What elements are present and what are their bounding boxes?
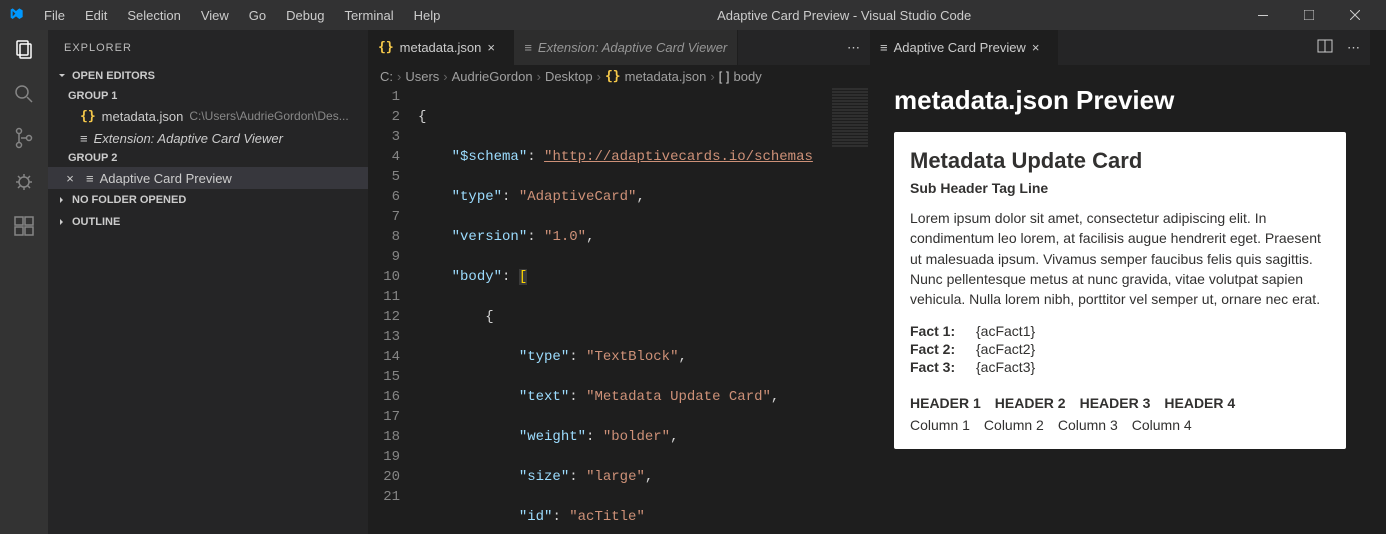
activity-bar — [0, 30, 48, 534]
tab-label: Adaptive Card Preview — [894, 40, 1026, 55]
preview-title: metadata.json Preview — [894, 85, 1346, 116]
editor-tabs: {} metadata.json × ≡ Extension: Adaptive… — [368, 30, 870, 65]
titlebar: File Edit Selection View Go Debug Termin… — [0, 0, 1386, 30]
column-row: Column 1Column 2Column 3Column 4 — [910, 417, 1330, 433]
extensions-icon[interactable] — [12, 214, 36, 238]
menu-selection[interactable]: Selection — [119, 4, 188, 27]
open-editors-section[interactable]: OPEN EDITORS — [48, 65, 368, 87]
editor-group-1: {} metadata.json × ≡ Extension: Adaptive… — [368, 30, 870, 534]
tab-extension-viewer[interactable]: ≡ Extension: Adaptive Card Viewer — [514, 30, 738, 65]
code-editor[interactable]: 123456789101112131415161718192021 { "$sc… — [368, 87, 870, 534]
editor-group-2: ≡ Adaptive Card Preview × ⋯ metadata.jso… — [870, 30, 1370, 534]
outline-label: OUTLINE — [72, 216, 120, 228]
file-name: Adaptive Card Preview — [100, 171, 232, 186]
fact-row: Fact 1:{acFact1} — [910, 323, 1330, 339]
open-editors-label: OPEN EDITORS — [72, 70, 155, 82]
tab-label: Extension: Adaptive Card Viewer — [538, 40, 727, 55]
preview-icon: ≡ — [80, 131, 88, 146]
card-subheader: Sub Header Tag Line — [910, 180, 1330, 196]
breadcrumb-item[interactable]: AudrieGordon — [452, 69, 533, 84]
outline-section[interactable]: OUTLINE — [48, 211, 368, 233]
menu-debug[interactable]: Debug — [278, 4, 332, 27]
menu-go[interactable]: Go — [241, 4, 274, 27]
menu-help[interactable]: Help — [406, 4, 449, 27]
source-control-icon[interactable] — [12, 126, 36, 150]
breadcrumb-item[interactable]: C: — [380, 69, 393, 84]
preview-icon: ≡ — [880, 40, 888, 55]
preview-tabs: ≡ Adaptive Card Preview × ⋯ — [870, 30, 1370, 65]
maximize-button[interactable] — [1286, 0, 1332, 30]
file-name: Extension: Adaptive Card Viewer — [94, 131, 283, 146]
vscode-icon — [8, 7, 24, 23]
split-editor-icon[interactable] — [1317, 38, 1333, 57]
column-headers: HEADER 1HEADER 2HEADER 3HEADER 4 — [910, 395, 1330, 411]
open-editor-metadata[interactable]: {} metadata.json C:\Users\AudrieGordon\D… — [48, 105, 368, 127]
menu-terminal[interactable]: Terminal — [336, 4, 401, 27]
adaptive-card: Metadata Update Card Sub Header Tag Line… — [894, 132, 1346, 449]
file-path: C:\Users\AudrieGordon\Des... — [189, 109, 348, 123]
file-name: metadata.json — [102, 109, 184, 124]
editor-actions-more[interactable]: ⋯ — [837, 30, 870, 65]
card-title: Metadata Update Card — [910, 148, 1330, 174]
group-1-label: GROUP 1 — [48, 87, 368, 105]
minimize-button[interactable] — [1240, 0, 1286, 30]
close-button[interactable] — [1332, 0, 1378, 30]
fact-row: Fact 2:{acFact2} — [910, 341, 1330, 357]
preview-icon: ≡ — [86, 171, 94, 186]
explorer-icon[interactable] — [12, 38, 36, 62]
window-title: Adaptive Card Preview - Visual Studio Co… — [448, 8, 1240, 23]
menu-edit[interactable]: Edit — [77, 4, 115, 27]
close-icon[interactable]: × — [1032, 40, 1048, 55]
fact-set: Fact 1:{acFact1} Fact 2:{acFact2} Fact 3… — [910, 323, 1330, 375]
json-icon: {} — [80, 109, 96, 124]
breadcrumb[interactable]: C:› Users› AudrieGordon› Desktop› {} met… — [368, 65, 870, 87]
preview-body: metadata.json Preview Metadata Update Ca… — [870, 65, 1370, 534]
tab-adaptive-card-preview[interactable]: ≡ Adaptive Card Preview × — [870, 30, 1058, 65]
group-2-label: GROUP 2 — [48, 149, 368, 167]
debug-icon[interactable] — [12, 170, 36, 194]
breadcrumb-item[interactable]: {} metadata.json — [605, 69, 706, 84]
card-body-text: Lorem ipsum dolor sit amet, consectetur … — [910, 208, 1330, 309]
tab-label: metadata.json — [400, 40, 482, 55]
sidebar-title: EXPLORER — [48, 30, 368, 65]
code-content[interactable]: { "$schema": "http://adaptivecards.io/sc… — [418, 87, 830, 534]
minimap[interactable] — [830, 87, 870, 534]
menu-bar: File Edit Selection View Go Debug Termin… — [36, 4, 448, 27]
search-icon[interactable] — [12, 82, 36, 106]
breadcrumb-item[interactable]: [ ] body — [719, 69, 762, 84]
breadcrumb-item[interactable]: Users — [405, 69, 439, 84]
no-folder-label: NO FOLDER OPENED — [72, 194, 186, 206]
line-numbers: 123456789101112131415161718192021 — [368, 87, 418, 534]
close-icon[interactable]: × — [487, 40, 503, 55]
sidebar: EXPLORER OPEN EDITORS GROUP 1 {} metadat… — [48, 30, 368, 534]
menu-view[interactable]: View — [193, 4, 237, 27]
json-icon: {} — [378, 40, 394, 55]
open-editor-preview[interactable]: × ≡ Adaptive Card Preview — [48, 167, 368, 189]
fact-row: Fact 3:{acFact3} — [910, 359, 1330, 375]
close-icon[interactable]: × — [62, 171, 78, 186]
no-folder-section[interactable]: NO FOLDER OPENED — [48, 189, 368, 211]
breadcrumb-item[interactable]: Desktop — [545, 69, 593, 84]
more-actions-icon[interactable]: ⋯ — [1347, 40, 1360, 56]
tab-metadata[interactable]: {} metadata.json × — [368, 30, 514, 65]
json-icon: {} — [605, 69, 621, 84]
menu-file[interactable]: File — [36, 4, 73, 27]
open-editor-extension[interactable]: ≡ Extension: Adaptive Card Viewer — [48, 127, 368, 149]
preview-icon: ≡ — [524, 40, 532, 55]
